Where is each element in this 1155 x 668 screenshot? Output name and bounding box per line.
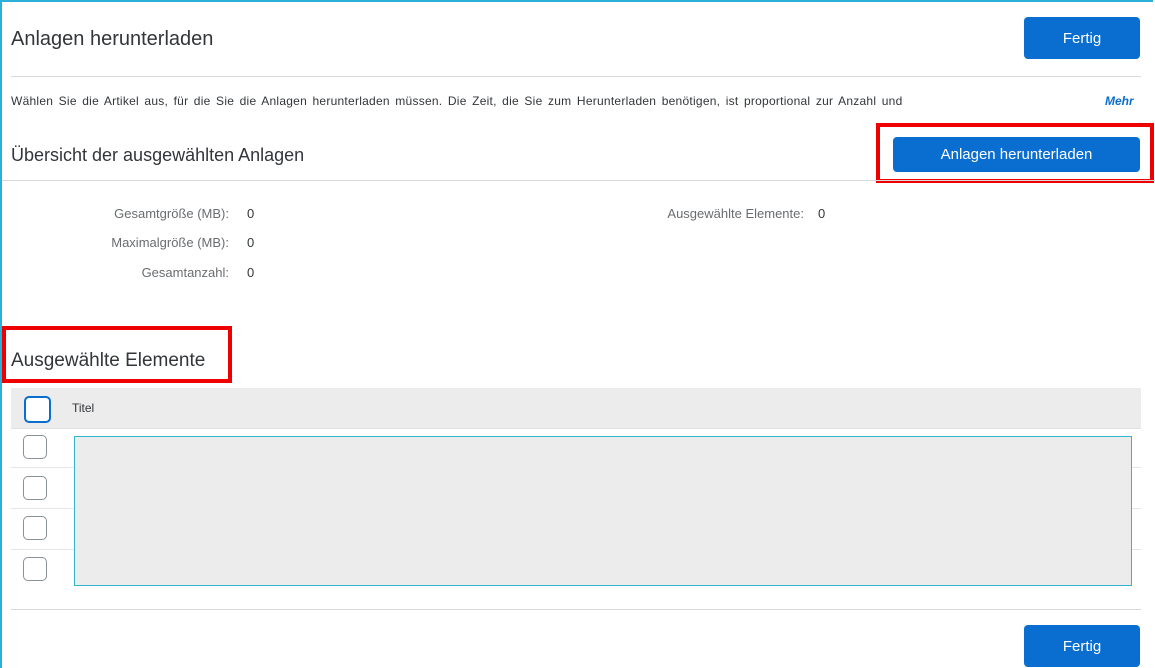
info-text: Wählen Sie die Artikel aus, für die Sie … bbox=[11, 94, 903, 108]
row-checkbox[interactable] bbox=[23, 476, 47, 500]
total-size-label: Gesamtgröße (MB): bbox=[114, 206, 229, 221]
summary-title: Übersicht der ausgewählten Anlagen bbox=[11, 145, 305, 165]
selected-items-value: 0 bbox=[818, 206, 826, 221]
max-size-value: 0 bbox=[247, 235, 255, 250]
column-header-title[interactable]: Titel bbox=[72, 401, 94, 415]
more-link[interactable]: Mehr bbox=[1105, 94, 1134, 108]
max-size-label: Maximalgröße (MB): bbox=[111, 235, 229, 250]
download-attachments-button[interactable]: Anlagen herunterladen bbox=[893, 137, 1140, 172]
selected-items-title: Ausgewählte Elemente bbox=[11, 350, 206, 371]
done-button-top[interactable]: Fertig bbox=[1024, 17, 1140, 59]
divider bbox=[11, 76, 1141, 77]
row-checkbox[interactable] bbox=[23, 557, 47, 581]
row-checkbox[interactable] bbox=[23, 435, 47, 459]
row-checkbox[interactable] bbox=[23, 516, 47, 540]
divider bbox=[2, 180, 1155, 181]
divider bbox=[11, 609, 1141, 610]
total-count-value: 0 bbox=[247, 265, 255, 280]
table-content-placeholder bbox=[74, 436, 1132, 586]
done-button-bottom[interactable]: Fertig bbox=[1024, 625, 1140, 667]
page-title: Anlagen herunterladen bbox=[11, 28, 214, 50]
total-size-value: 0 bbox=[247, 206, 255, 221]
select-all-checkbox[interactable] bbox=[24, 396, 51, 423]
selected-items-label: Ausgewählte Elemente: bbox=[667, 206, 804, 221]
total-count-label: Gesamtanzahl: bbox=[141, 265, 229, 280]
table-header bbox=[11, 388, 1141, 429]
